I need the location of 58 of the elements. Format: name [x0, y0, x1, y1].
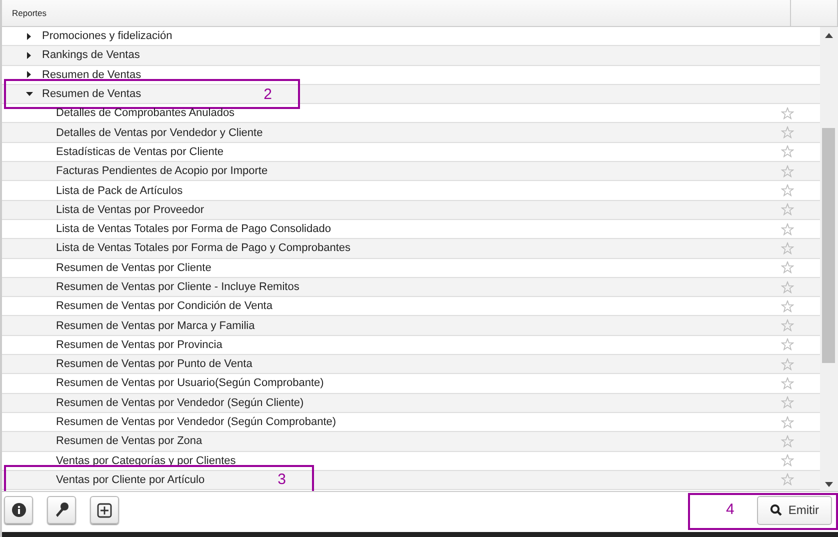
star-icon[interactable] [781, 338, 794, 352]
scroll-down-icon[interactable] [825, 482, 833, 487]
star-icon[interactable] [781, 376, 794, 390]
scroll-up-icon[interactable] [825, 33, 833, 38]
add-icon [97, 502, 112, 518]
tree-item-label[interactable]: Facturas Pendientes de Acopio por Importe [56, 165, 268, 178]
tree-item-label[interactable]: Rankings de Ventas [42, 49, 140, 62]
star-icon[interactable] [781, 434, 794, 448]
caret-down-icon[interactable] [26, 92, 32, 96]
tree-item-label[interactable]: Resumen de Ventas por Marca y Familia [56, 320, 255, 332]
star-icon[interactable] [781, 396, 794, 410]
key-button[interactable] [47, 496, 76, 524]
star-icon[interactable] [781, 222, 794, 236]
star-icon[interactable] [781, 164, 794, 178]
star-icon[interactable] [781, 261, 794, 274]
add-button[interactable] [90, 496, 119, 524]
tree-item-label[interactable]: Estadísticas de Ventas por Cliente [56, 146, 224, 158]
star-icon[interactable] [781, 358, 794, 371]
caret-right-icon[interactable] [27, 32, 31, 40]
search-icon [770, 504, 782, 516]
star-icon[interactable] [781, 203, 794, 216]
tree-item-label[interactable]: Promociones y fidelización [42, 30, 172, 42]
tree-item-label[interactable]: Ventas por Cliente por Artículo [56, 474, 205, 486]
tree-item-label[interactable]: Resumen de Ventas por Zona [56, 435, 202, 448]
scrollbar[interactable] [820, 27, 838, 491]
star-icon[interactable] [781, 280, 794, 294]
tree-item-label[interactable]: Resumen de Ventas por Cliente [56, 262, 212, 274]
tree-item-label[interactable]: Lista de Ventas Totales por Forma de Pago Consolidado [56, 223, 331, 236]
star-icon[interactable] [781, 242, 794, 255]
star-icon[interactable] [781, 454, 794, 468]
star-icon[interactable] [781, 473, 794, 486]
emit-button[interactable]: Emitir [757, 496, 832, 524]
star-icon[interactable] [781, 184, 794, 198]
star-icon[interactable] [781, 319, 794, 332]
star-icon[interactable] [781, 106, 794, 120]
info-button[interactable] [4, 496, 33, 524]
star-icon[interactable] [781, 300, 794, 313]
caret-right-icon[interactable] [27, 52, 31, 59]
tree-item-label[interactable]: Resumen de Ventas por Condición de Venta [56, 300, 272, 312]
tree-item-label[interactable]: Detalles de Ventas por Vendedor y Cliente [56, 126, 263, 139]
tree-item-label[interactable]: Resumen de Ventas por Provincia [56, 338, 222, 351]
star-icon[interactable] [781, 126, 794, 140]
tree-item-label[interactable]: Resumen de Ventas por Cliente - Incluye Remitos [56, 281, 300, 293]
column-header: Reportes [2, 0, 791, 26]
star-icon[interactable] [781, 416, 794, 429]
tree-item-label[interactable]: Resumen de Ventas [42, 68, 142, 81]
tree-item-label[interactable]: Lista de Pack de Artículos [56, 184, 183, 197]
caret-right-icon[interactable] [27, 71, 31, 78]
tree-item-label[interactable]: Resumen de Ventas por Usuario(Según Comprobante) [56, 377, 324, 390]
tree-item-label[interactable]: Resumen de Ventas por Vendedor (Según Cliente) [56, 396, 304, 409]
tree-item-label[interactable]: Resumen de Ventas por Punto de Venta [56, 358, 252, 370]
star-icon[interactable] [781, 145, 794, 158]
tree-item-label[interactable]: Detalles de Comprobantes Anulados [56, 107, 235, 120]
tree-item-label[interactable]: Lista de Ventas por Proveedor [56, 204, 204, 216]
key-icon [54, 502, 68, 518]
tree-item-label[interactable]: Resumen de Ventas por Vendedor (Según Comprobante) [56, 416, 336, 428]
tree-item-label[interactable]: Resumen de Ventas [42, 88, 142, 100]
info-icon [12, 503, 26, 517]
